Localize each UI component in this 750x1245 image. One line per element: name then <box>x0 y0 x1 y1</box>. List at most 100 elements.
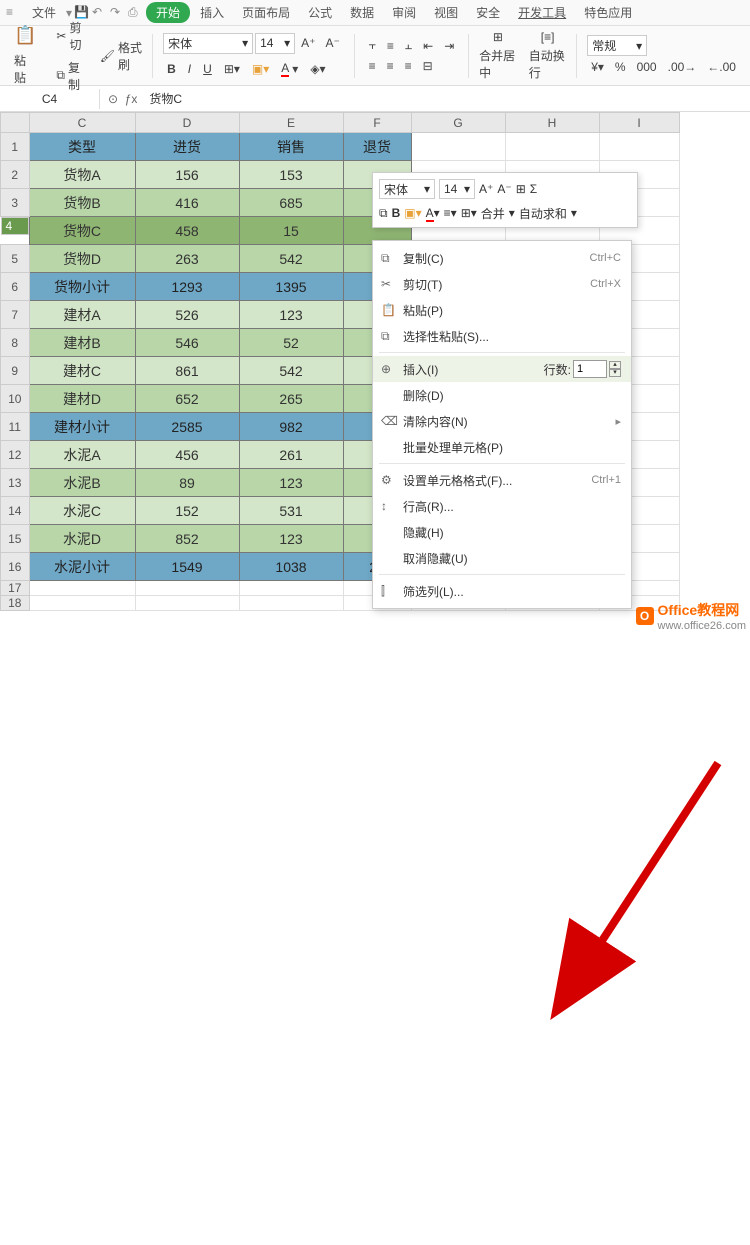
cell[interactable]: 861 <box>135 357 239 385</box>
row-header[interactable]: 7 <box>1 301 30 329</box>
col-header[interactable] <box>1 113 30 133</box>
mini-font-select[interactable]: 宋体▾ <box>379 179 435 199</box>
ctx-unhide[interactable]: 取消隐藏(U) <box>373 545 631 571</box>
cell[interactable]: 123 <box>239 301 343 329</box>
mini-format-icon[interactable]: ⧉ <box>379 206 388 221</box>
cell[interactable]: 153 <box>239 161 343 189</box>
ctx-paste[interactable]: 📋粘贴(P) <box>373 297 631 323</box>
cell[interactable] <box>599 133 679 161</box>
cell[interactable]: 货物D <box>29 245 135 273</box>
cell[interactable]: 416 <box>135 189 239 217</box>
ctx-cut[interactable]: ✂剪切(T)Ctrl+X <box>373 271 631 297</box>
tab-view[interactable]: 视图 <box>426 2 466 23</box>
row-header[interactable]: 1 <box>1 133 30 161</box>
mini-inc-font-icon[interactable]: A⁺ <box>479 182 493 196</box>
currency-icon[interactable]: ¥▾ <box>587 58 608 76</box>
font-select[interactable]: 宋体▾ <box>163 33 253 54</box>
italic-button[interactable]: I <box>184 59 195 79</box>
cell[interactable]: 类型 <box>29 133 135 161</box>
format-painter-button[interactable]: 🖌格式刷 <box>96 37 147 75</box>
mini-dec-font-icon[interactable]: A⁻ <box>497 182 511 196</box>
cell[interactable]: 685 <box>239 189 343 217</box>
mini-border-button[interactable]: ⊞▾ <box>461 206 477 220</box>
paste-button[interactable]: 📋 <box>10 23 40 48</box>
ctx-format[interactable]: ⚙设置单元格格式(F)...Ctrl+1 <box>373 467 631 493</box>
mini-align-button[interactable]: ≡▾ <box>444 206 457 220</box>
menu-icon[interactable]: ≡ <box>6 5 22 21</box>
cell[interactable]: 458 <box>135 217 239 245</box>
row-header[interactable]: 5 <box>1 245 30 273</box>
spin-down-icon[interactable]: ▾ <box>609 369 621 377</box>
eraser-icon[interactable]: ◈▾ <box>306 59 329 79</box>
fontsize-select[interactable]: 14▾ <box>255 33 295 54</box>
cut-button[interactable]: ✂ 剪切 <box>52 17 87 55</box>
mini-merge-label[interactable]: 合并 <box>481 205 505 222</box>
cell[interactable]: 建材A <box>29 301 135 329</box>
cell[interactable]: 建材小计 <box>29 413 135 441</box>
cell[interactable]: 123 <box>239 469 343 497</box>
redo-icon[interactable]: ↷ <box>110 5 126 21</box>
decrease-font-icon[interactable]: A⁻ <box>321 33 343 54</box>
col-header[interactable]: D <box>135 113 239 133</box>
border-button[interactable]: ⊞▾ <box>220 59 244 79</box>
col-header[interactable]: E <box>239 113 343 133</box>
cell[interactable]: 152 <box>135 497 239 525</box>
merge-icon2[interactable]: ⊟ <box>419 57 437 75</box>
formula-value[interactable]: 货物C <box>145 90 186 107</box>
dec-inc-icon[interactable]: .00→ <box>664 58 701 76</box>
row-header[interactable]: 15 <box>1 525 30 553</box>
comma-icon[interactable]: 000 <box>633 58 661 76</box>
cell[interactable]: 水泥B <box>29 469 135 497</box>
ctx-clear[interactable]: ⌫清除内容(N)▸ <box>373 408 631 434</box>
cell[interactable]: 水泥A <box>29 441 135 469</box>
col-header[interactable]: G <box>411 113 505 133</box>
cell[interactable]: 982 <box>239 413 343 441</box>
cell[interactable]: 15 <box>239 217 343 245</box>
mini-sum-icon[interactable]: Σ <box>530 182 537 196</box>
cell[interactable]: 货物B <box>29 189 135 217</box>
cell[interactable] <box>29 581 135 596</box>
cell[interactable]: 建材C <box>29 357 135 385</box>
mini-fontcolor-button[interactable]: A▾ <box>426 206 440 220</box>
row-header[interactable]: 18 <box>1 596 30 611</box>
ctx-paste-special[interactable]: ⧉选择性粘贴(S)... <box>373 323 631 349</box>
cell[interactable]: 52 <box>239 329 343 357</box>
row-header[interactable]: 6 <box>1 273 30 301</box>
cell[interactable]: 546 <box>135 329 239 357</box>
indent-left-icon[interactable]: ⇤ <box>419 36 437 55</box>
cell[interactable] <box>411 133 505 161</box>
cell[interactable] <box>239 596 343 611</box>
align-left-icon[interactable]: ≡ <box>365 57 380 75</box>
cell[interactable]: 261 <box>239 441 343 469</box>
cell[interactable]: 1549 <box>135 553 239 581</box>
percent-icon[interactable]: % <box>611 58 630 76</box>
col-header[interactable]: C <box>29 113 135 133</box>
rows-input[interactable] <box>573 360 607 378</box>
ctx-rowheight[interactable]: ↕行高(R)... <box>373 493 631 519</box>
merge-center-button[interactable]: ⊞合并居中 <box>475 28 521 83</box>
row-header[interactable]: 17 <box>1 581 30 596</box>
cell[interactable]: 1038 <box>239 553 343 581</box>
underline-button[interactable]: U <box>199 59 216 79</box>
tab-formula[interactable]: 公式 <box>300 2 340 23</box>
cell[interactable]: 1293 <box>135 273 239 301</box>
indent-right-icon[interactable]: ⇥ <box>440 36 458 55</box>
mini-autosum-label[interactable]: 自动求和 <box>519 205 567 222</box>
col-header[interactable]: I <box>599 113 679 133</box>
increase-font-icon[interactable]: A⁺ <box>297 33 319 54</box>
tab-insert[interactable]: 插入 <box>192 2 232 23</box>
cell[interactable]: 销售 <box>239 133 343 161</box>
fill-color-button[interactable]: ▣▾ <box>248 59 273 79</box>
col-header[interactable]: H <box>505 113 599 133</box>
number-format-select[interactable]: 常规▾ <box>587 35 647 56</box>
cell[interactable]: 542 <box>239 357 343 385</box>
bold-button[interactable]: B <box>163 59 180 79</box>
cell[interactable]: 265 <box>239 385 343 413</box>
align-middle-icon[interactable]: ≡ <box>383 36 398 55</box>
mini-fill-button[interactable]: ▣▾ <box>404 206 421 220</box>
cell[interactable]: 456 <box>135 441 239 469</box>
print-icon[interactable]: ⎙ <box>128 5 144 21</box>
undo-icon[interactable]: ↶ <box>92 5 108 21</box>
name-box[interactable]: C4 <box>0 89 100 109</box>
cell[interactable] <box>505 133 599 161</box>
